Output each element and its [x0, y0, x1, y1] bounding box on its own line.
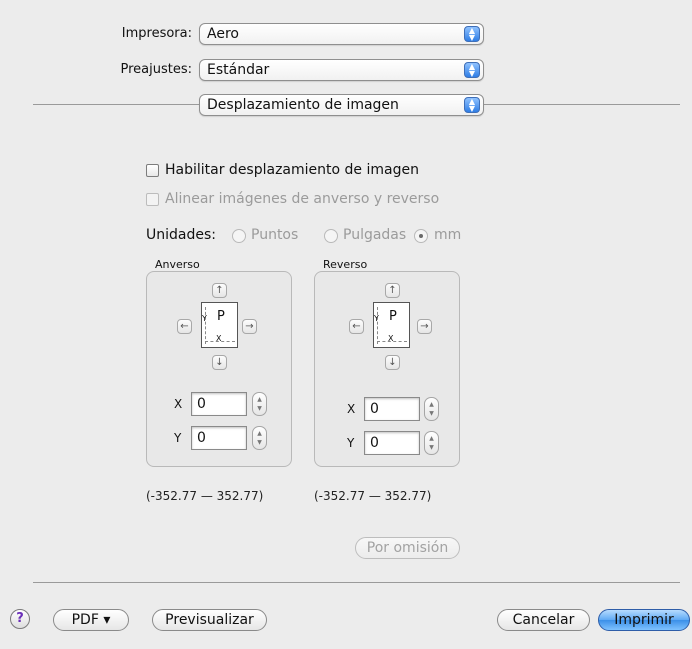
page-guide-vertical: [377, 307, 378, 344]
front-shift-left-button[interactable]: ←: [177, 319, 192, 334]
back-x-label: X: [347, 402, 356, 416]
print-button[interactable]: Imprimir: [598, 609, 690, 631]
page-y-marker: Y: [202, 314, 207, 323]
arrow-up-icon: ↑: [388, 285, 397, 296]
printer-value: Aero: [207, 26, 239, 42]
page-guide-vertical: [205, 307, 206, 344]
presets-popup[interactable]: Estándar ▲ ▼: [199, 59, 484, 81]
help-button[interactable]: ?: [10, 609, 30, 629]
enable-shift-checkbox[interactable]: [146, 164, 159, 177]
arrow-right-icon: →: [420, 321, 429, 332]
popup-arrows-icon: ▲ ▼: [464, 62, 480, 78]
front-group: ↑ ← Y P X → ↓ X 0 ▲ ▼ Y 0 ▲ ▼: [146, 271, 292, 467]
page-x-marker: X: [388, 334, 394, 343]
units-option-mm: mm: [434, 227, 462, 243]
front-group-title: Anverso: [155, 258, 200, 271]
back-page-preview: Y P X: [373, 302, 410, 348]
front-shift-up-button[interactable]: ↑: [212, 283, 227, 298]
back-shift-left-button[interactable]: ←: [349, 319, 364, 334]
back-y-input[interactable]: 0: [364, 431, 420, 455]
align-images-label: Alinear imágenes de anverso y reverso: [165, 191, 440, 207]
popup-arrows-icon: ▲ ▼: [464, 26, 480, 42]
page-letter: P: [389, 309, 397, 324]
bottom-separator: [33, 582, 680, 583]
back-x-input[interactable]: 0: [364, 397, 420, 421]
front-x-stepper[interactable]: ▲ ▼: [252, 392, 267, 416]
presets-label: Preajustes:: [120, 62, 192, 77]
units-option-points: Puntos: [251, 227, 299, 243]
units-radio-points[interactable]: [232, 229, 246, 243]
page-x-marker: X: [216, 334, 222, 343]
popup-arrows-icon: ▲ ▼: [464, 97, 480, 113]
cancel-button[interactable]: Cancelar: [497, 609, 590, 631]
preview-button[interactable]: Previsualizar: [152, 609, 267, 631]
units-radio-inches[interactable]: [324, 229, 338, 243]
front-x-label: X: [174, 397, 183, 411]
back-group-title: Reverso: [323, 258, 368, 271]
front-page-preview: Y P X: [201, 302, 238, 348]
printer-popup[interactable]: Aero ▲ ▼: [199, 23, 484, 45]
defaults-button[interactable]: Por omisión: [355, 537, 460, 559]
front-y-stepper[interactable]: ▲ ▼: [252, 426, 267, 450]
pdf-menu-button[interactable]: PDF ▾: [53, 609, 129, 631]
arrow-up-icon: ↑: [215, 285, 224, 296]
printer-label: Impresora:: [121, 26, 192, 41]
units-option-inches: Pulgadas: [343, 227, 407, 243]
arrow-left-icon: ←: [180, 321, 189, 332]
align-images-checkbox[interactable]: [146, 193, 159, 206]
back-y-label: Y: [347, 436, 355, 450]
back-y-stepper[interactable]: ▲ ▼: [424, 431, 439, 455]
back-shift-up-button[interactable]: ↑: [385, 283, 400, 298]
front-x-input[interactable]: 0: [191, 392, 247, 416]
back-shift-right-button[interactable]: →: [417, 319, 432, 334]
back-x-stepper[interactable]: ▲ ▼: [424, 397, 439, 421]
separator-left: [33, 104, 199, 105]
arrow-left-icon: ←: [352, 321, 361, 332]
arrow-down-icon: ↓: [388, 357, 397, 368]
back-group: ↑ ← Y P X → ↓ X 0 ▲ ▼ Y 0 ▲ ▼: [314, 271, 460, 467]
enable-shift-label[interactable]: Habilitar desplazamiento de imagen: [165, 162, 419, 178]
front-y-input[interactable]: 0: [191, 426, 247, 450]
front-y-label: Y: [174, 431, 182, 445]
back-range-text: (-352.77 — 352.77): [314, 489, 432, 503]
units-label: Unidades:: [146, 227, 216, 243]
panel-value: Desplazamiento de imagen: [207, 97, 399, 113]
arrow-down-icon: ↓: [215, 357, 224, 368]
arrow-right-icon: →: [245, 321, 254, 332]
units-radio-mm[interactable]: [414, 229, 428, 243]
page-y-marker: Y: [374, 314, 379, 323]
page-letter: P: [217, 309, 225, 324]
front-shift-right-button[interactable]: →: [242, 319, 257, 334]
front-shift-down-button[interactable]: ↓: [212, 355, 227, 370]
separator-right: [484, 104, 680, 105]
back-shift-down-button[interactable]: ↓: [385, 355, 400, 370]
presets-value: Estándar: [207, 62, 270, 78]
panel-popup[interactable]: Desplazamiento de imagen ▲ ▼: [199, 94, 484, 116]
front-range-text: (-352.77 — 352.77): [146, 489, 264, 503]
